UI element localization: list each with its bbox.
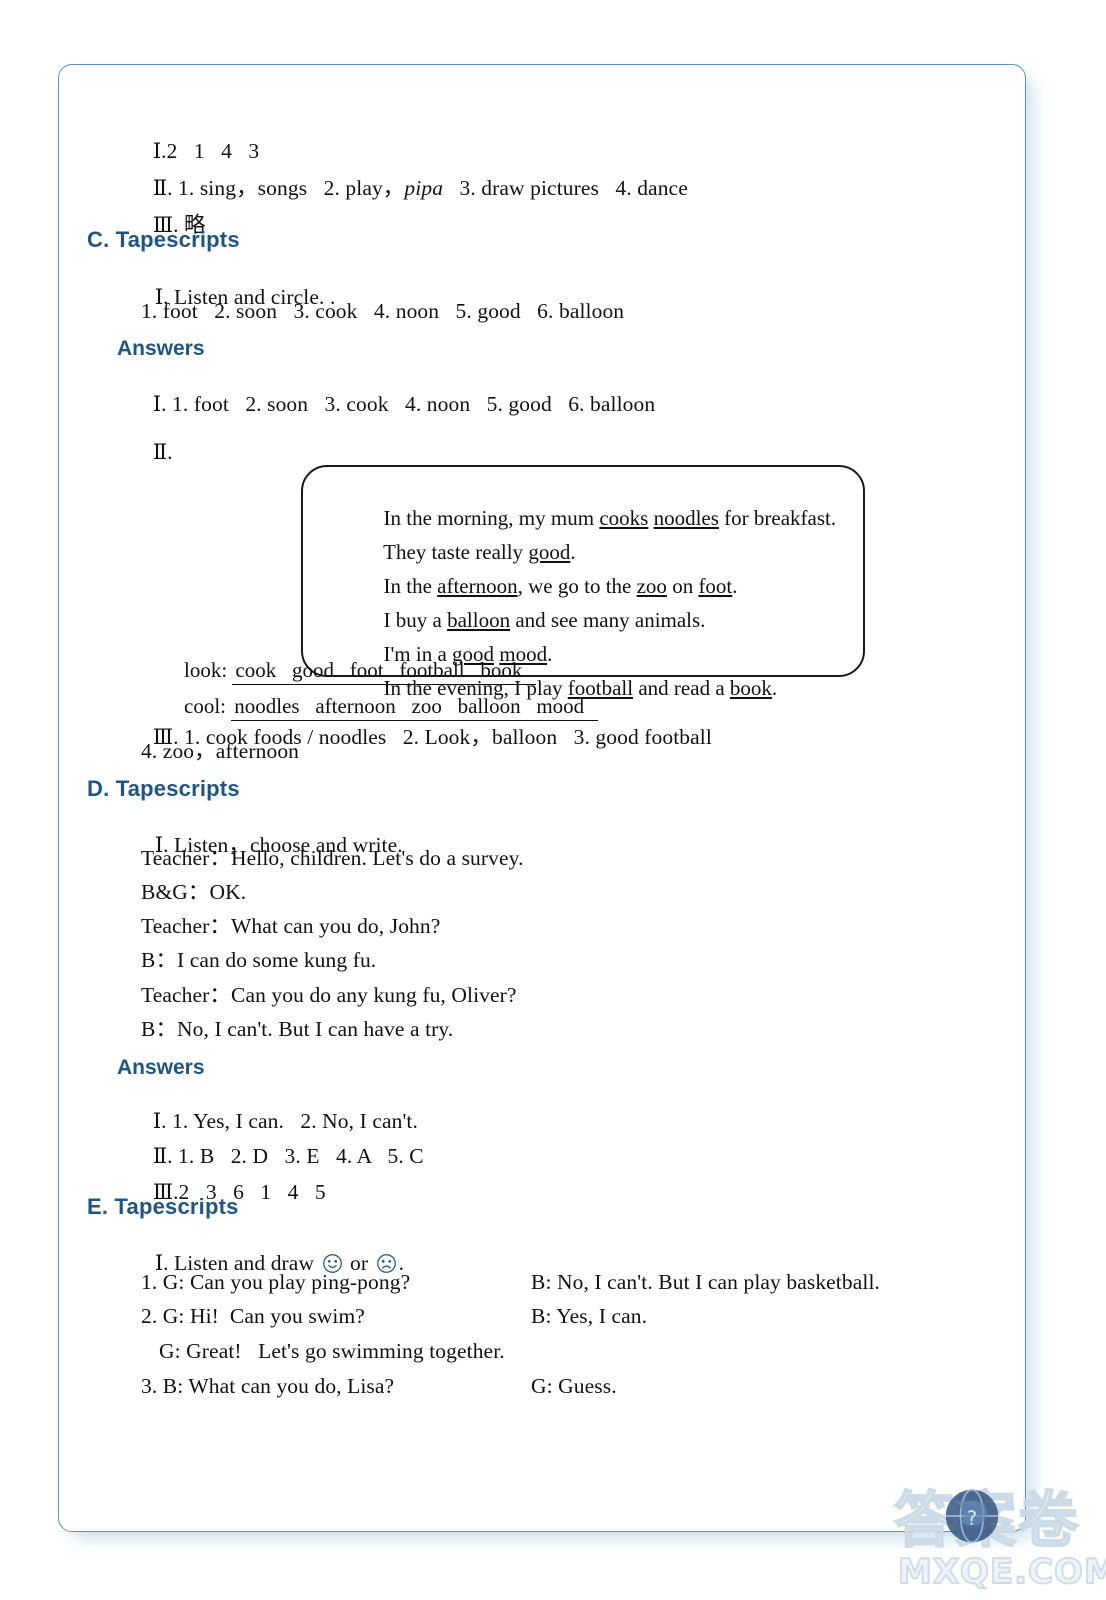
answer-line-2-rest: 3. draw pictures 4. dance <box>443 175 688 200</box>
section-d-heading: D. Tapescripts <box>87 776 240 801</box>
page-content: Ⅰ.2 1 4 3 Ⅱ. 1. sing，songs 2. play，pipa … <box>59 65 1025 1531</box>
textbox-line-6-u3: book <box>729 676 772 700</box>
textbox-line-1-u2: noodles <box>653 506 719 530</box>
section-c-item-1-words: 1. foot 2. soon 3. cook 4. noon 5. good … <box>141 299 625 323</box>
roman-numeral-2: Ⅱ <box>152 439 168 464</box>
watermark-url-text: MXQE.COM <box>897 1551 1106 1593</box>
textbox-line-1-u1: cooks <box>599 506 649 530</box>
roman-numeral-1: Ⅰ <box>152 391 162 416</box>
answer-line-2-italic: pipa <box>404 175 444 200</box>
section-d-dialogue-line: Teacher：Hello, children. Let's do a surv… <box>141 846 524 870</box>
section-e-row-right: B: Yes, I can. <box>531 1304 648 1328</box>
section-c-answers-label: Answers <box>117 337 205 360</box>
section-c-answer-3-cont: 4. zoo，afternoon <box>141 739 300 763</box>
section-c-answer-2-dot: . <box>167 439 173 464</box>
textbox-line-6-post: and read a <box>633 676 730 700</box>
section-d-answers-label: Answers <box>117 1056 205 1079</box>
section-d-dialogue-line: B：No, I can't. But I can have a try. <box>141 1017 454 1041</box>
section-c-answer-1-text: . 1. foot 2. soon 3. cook 4. noon 5. goo… <box>161 391 656 416</box>
section-e-row-left: 3. B: What can you do, Lisa? <box>141 1374 395 1398</box>
section-e-row-left: 1. G: Can you play ping-pong? <box>141 1270 411 1294</box>
section-e-row-right: G: Guess. <box>531 1374 617 1398</box>
section-c-heading: C. Tapescripts <box>87 227 240 252</box>
section-e-row-right: B: No, I can't. But I can play basketbal… <box>531 1270 880 1294</box>
textbox-line-1-post: for breakfast. <box>718 506 837 530</box>
textbox-line-3-post2: . <box>732 574 738 598</box>
section-c-answer-1: Ⅰ. 1. foot 2. soon 3. cook 4. noon 5. go… <box>109 372 655 437</box>
section-e-row-left: 2. G: Hi! Can you swim? <box>141 1304 365 1328</box>
section-d-dialogue-line: B：I can do some kung fu. <box>141 948 377 972</box>
textbox-line-6-post2: . <box>771 676 778 700</box>
document-page: Ⅰ.2 1 4 3 Ⅱ. 1. sing，songs 2. play，pipa … <box>0 0 1106 1600</box>
section-d-dialogue-line: B&G：OK. <box>141 880 247 904</box>
section-d-dialogue-line: Teacher：Can you do any kung fu, Oliver? <box>141 983 517 1007</box>
page-sheet: Ⅰ.2 1 4 3 Ⅱ. 1. sing，songs 2. play，pipa … <box>58 64 1026 1532</box>
section-d-dialogue-line: Teacher：What can you do, John? <box>141 914 441 938</box>
section-c-answer-2-numeral: Ⅱ. <box>109 420 173 485</box>
section-e-heading: E. Tapescripts <box>87 1194 239 1219</box>
section-e-row-left: G: Great! Let's go swimming together. <box>159 1339 505 1363</box>
